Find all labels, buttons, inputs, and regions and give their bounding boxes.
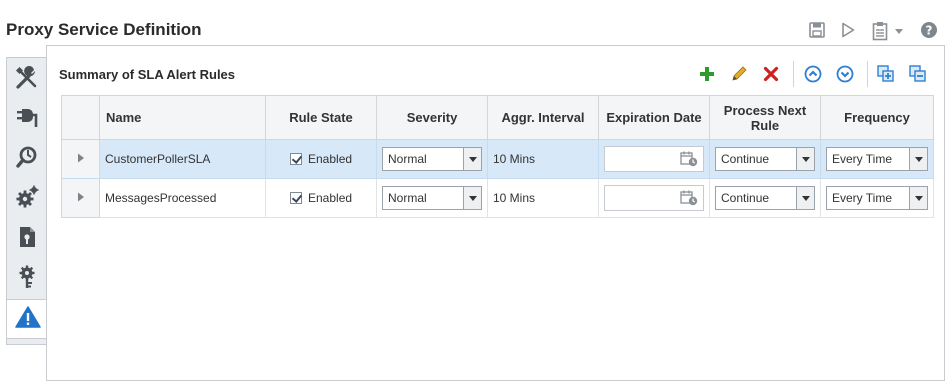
side-tab-bar (6, 57, 49, 345)
tab-policy[interactable] (7, 259, 47, 299)
toolbar-separator (793, 61, 794, 87)
message-search-icon (15, 145, 39, 174)
move-up-icon[interactable] (803, 64, 823, 84)
chevron-down-icon[interactable] (909, 187, 927, 209)
save-icon[interactable] (808, 21, 826, 44)
sla-alert-rules-panel: Summary of SLA Alert Rules Name Rule Sta… (46, 45, 945, 381)
toolbar-separator (867, 61, 868, 87)
rule-enabled-checkbox[interactable] (290, 153, 302, 165)
tab-transport[interactable] (7, 99, 47, 139)
security-document-icon (15, 225, 39, 254)
tab-sla-alert-rules[interactable] (7, 299, 49, 339)
chevron-down-icon[interactable] (796, 187, 814, 209)
column-header-name[interactable]: Name (99, 95, 266, 140)
process-next-rule-select[interactable]: Continue (715, 147, 815, 171)
expiration-date-cell (598, 139, 710, 179)
tab-message-handling[interactable] (7, 139, 47, 179)
expiration-date-cell (598, 178, 710, 218)
add-icon[interactable] (697, 64, 717, 84)
frequency-cell: Every Time (820, 139, 934, 179)
aggr-interval-value: 10 Mins (487, 178, 599, 218)
severity-cell: Normal (376, 139, 488, 179)
chevron-down-icon[interactable] (463, 148, 481, 170)
row-expander[interactable] (61, 178, 100, 218)
sla-rules-table: Name Rule State Severity Aggr. Interval … (61, 95, 934, 218)
table-row[interactable]: MessagesProcessed Enabled Normal 10 Mins (61, 178, 934, 218)
run-icon[interactable] (839, 21, 857, 44)
transport-plug-icon (15, 105, 39, 134)
rule-name: CustomerPollerSLA (99, 139, 266, 179)
frequency-cell: Every Time (820, 178, 934, 218)
configuration-tools-icon (15, 65, 39, 95)
tab-operational-settings[interactable] (7, 179, 47, 219)
rule-name: MessagesProcessed (99, 178, 266, 218)
process-next-rule-cell: Continue (709, 139, 821, 179)
row-expander[interactable] (61, 139, 100, 179)
chevron-down-icon[interactable] (796, 148, 814, 170)
expiration-date-input[interactable] (604, 185, 704, 211)
expand-triangle-icon[interactable] (77, 191, 85, 205)
tab-configuration[interactable] (7, 60, 47, 100)
frequency-select[interactable]: Every Time (826, 147, 928, 171)
table-header-row: Name Rule State Severity Aggr. Interval … (61, 95, 934, 140)
rule-state-cell: Enabled (265, 139, 377, 179)
aggr-interval-value: 10 Mins (487, 139, 599, 179)
svg-text:?: ? (926, 24, 933, 38)
severity-select[interactable]: Normal (382, 186, 482, 210)
process-next-rule-value: Continue (721, 152, 770, 166)
move-down-icon[interactable] (835, 64, 855, 84)
process-next-rule-value: Continue (721, 191, 770, 205)
calendar-icon[interactable] (680, 190, 698, 209)
section-title: Summary of SLA Alert Rules (59, 67, 236, 82)
settings-gears-icon (15, 185, 39, 214)
chevron-down-icon[interactable] (463, 187, 481, 209)
severity-value: Normal (388, 152, 427, 166)
table-row[interactable]: CustomerPollerSLA Enabled Normal 10 Mins (61, 139, 934, 179)
expiration-date-input[interactable] (604, 146, 704, 172)
sla-alert-icon (15, 305, 41, 334)
expand-all-icon[interactable] (876, 64, 896, 84)
severity-value: Normal (388, 191, 427, 205)
clipboard-icon[interactable] (871, 21, 889, 46)
severity-cell: Normal (376, 178, 488, 218)
expander-column-header (61, 95, 100, 140)
rule-state-cell: Enabled (265, 178, 377, 218)
tab-security[interactable] (7, 219, 47, 259)
column-header-frequency[interactable]: Frequency (820, 95, 934, 140)
expand-triangle-icon[interactable] (77, 152, 85, 166)
frequency-value: Every Time (832, 152, 893, 166)
frequency-select[interactable]: Every Time (826, 186, 928, 210)
rule-state-label: Enabled (308, 191, 353, 205)
delete-icon[interactable] (761, 64, 781, 84)
dropdown-arrow-icon[interactable] (893, 23, 905, 44)
frequency-value: Every Time (832, 191, 893, 205)
column-header-process-next-rule[interactable]: Process Next Rule (709, 95, 821, 140)
rule-state-label: Enabled (308, 152, 353, 166)
chevron-down-icon[interactable] (909, 148, 927, 170)
process-next-rule-cell: Continue (709, 178, 821, 218)
key-gear-icon (15, 265, 39, 294)
page-title: Proxy Service Definition (6, 20, 202, 39)
help-icon[interactable]: ? (920, 21, 938, 44)
edit-icon[interactable] (729, 64, 749, 84)
column-header-severity[interactable]: Severity (376, 95, 488, 140)
column-header-rule-state[interactable]: Rule State (265, 95, 377, 140)
calendar-icon[interactable] (680, 151, 698, 170)
rule-enabled-checkbox[interactable] (290, 192, 302, 204)
collapse-all-icon[interactable] (908, 64, 928, 84)
column-header-expiration-date[interactable]: Expiration Date (598, 95, 710, 140)
column-header-aggr-interval[interactable]: Aggr. Interval (487, 95, 599, 140)
process-next-rule-select[interactable]: Continue (715, 186, 815, 210)
severity-select[interactable]: Normal (382, 147, 482, 171)
